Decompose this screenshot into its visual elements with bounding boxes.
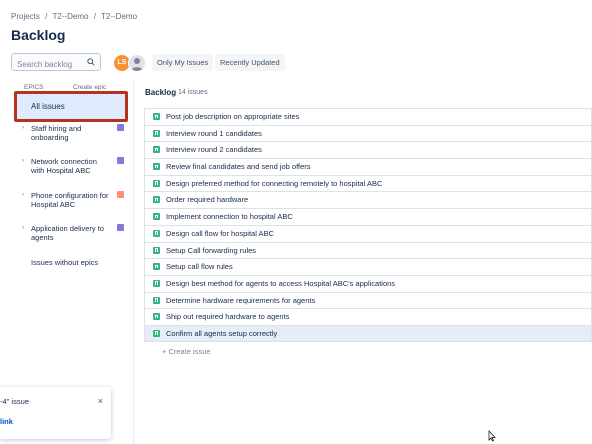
issue-summary: Post job description on appropriate site… xyxy=(166,112,300,121)
story-icon xyxy=(153,163,160,171)
search-icon xyxy=(87,58,95,66)
issue-row[interactable]: Design call flow for hospital ABC xyxy=(144,224,592,242)
epic-label: Phone configuration for Hospital ABC xyxy=(31,191,109,209)
story-icon xyxy=(153,279,160,287)
avatar-user[interactable] xyxy=(128,54,146,72)
recently-updated-button[interactable]: Recently Updated xyxy=(215,54,285,71)
epic-color-badge[interactable] xyxy=(117,224,124,231)
breadcrumb: Projects / T2--Demo / T2--Demo xyxy=(11,12,140,21)
issue-summary: Confirm all agents setup correctly xyxy=(166,328,278,338)
chevron-right-icon[interactable]: › xyxy=(22,124,24,133)
page-title: Backlog xyxy=(11,27,66,43)
breadcrumb-project[interactable]: T2--Demo xyxy=(52,12,88,21)
epic-color-badge[interactable] xyxy=(117,124,124,131)
epic-color-badge[interactable] xyxy=(117,157,124,164)
issue-summary: Determine hardware requirements for agen… xyxy=(166,295,316,305)
story-icon xyxy=(153,146,160,154)
story-icon xyxy=(153,213,160,221)
highlight-box xyxy=(14,91,128,122)
search-input[interactable] xyxy=(12,56,84,73)
issue-row[interactable]: Determine hardware requirements for agen… xyxy=(144,291,592,309)
breadcrumb-projects[interactable]: Projects xyxy=(11,12,40,21)
issue-row[interactable]: Implement connection to hospital ABC xyxy=(144,208,592,225)
issues-without-epics[interactable]: Issues without epics xyxy=(31,258,98,267)
issue-summary: Interview round 2 candidates xyxy=(166,145,262,155)
epics-heading: EPICS xyxy=(24,84,44,91)
issue-summary: Setup Call forwarding rules xyxy=(166,245,257,255)
backlog-title: Backlog xyxy=(145,88,177,97)
story-icon xyxy=(153,113,160,120)
chevron-right-icon[interactable]: › xyxy=(22,191,24,200)
story-icon xyxy=(153,229,160,237)
breadcrumb-separator: / xyxy=(45,12,48,21)
chevron-right-icon[interactable]: › xyxy=(22,224,24,233)
story-icon xyxy=(153,129,160,137)
close-icon[interactable]: × xyxy=(98,396,103,406)
issue-row[interactable]: Design preferred method for connecting r… xyxy=(144,174,592,192)
create-epic-link[interactable]: Create epic xyxy=(73,84,106,91)
issue-summary: Design call flow for hospital ABC xyxy=(166,228,274,238)
story-icon xyxy=(153,296,160,304)
issue-summary: Setup call flow rules xyxy=(166,262,233,272)
user-icon xyxy=(131,58,143,71)
only-my-issues-button[interactable]: Only My Issues xyxy=(152,54,214,71)
sidebar-divider xyxy=(133,80,134,444)
breadcrumb-board[interactable]: T2--Demo xyxy=(101,12,137,21)
issue-row[interactable]: Interview round 1 candidates xyxy=(144,124,592,142)
toast-message: -4" issue xyxy=(0,397,29,406)
mouse-cursor-icon xyxy=(488,430,496,442)
story-icon xyxy=(153,196,160,204)
issue-row[interactable]: Interview round 2 candidates xyxy=(144,141,592,159)
issue-summary: Order required hardware xyxy=(166,195,249,205)
story-icon xyxy=(153,329,160,337)
search-box[interactable] xyxy=(11,53,101,73)
issue-list: Post job description on appropriate site… xyxy=(144,108,592,342)
toast-link[interactable]: link xyxy=(0,417,13,426)
breadcrumb-separator: / xyxy=(93,12,96,21)
epic-color-badge[interactable] xyxy=(117,191,124,198)
issue-summary: Ship out required hardware to agents xyxy=(166,312,290,322)
issue-summary: Interview round 1 candidates xyxy=(166,128,262,138)
epic-label: Staff hiring and onboarding xyxy=(31,124,82,142)
issue-summary: Design preferred method for connecting r… xyxy=(166,178,383,188)
issue-row[interactable]: Ship out required hardware to agents xyxy=(144,308,592,325)
issue-row[interactable]: Setup Call forwarding rules xyxy=(144,241,592,259)
issue-row[interactable]: Review final candidates and send job off… xyxy=(144,158,592,175)
story-icon xyxy=(153,263,160,271)
issue-row-selected[interactable]: Confirm all agents setup correctly xyxy=(144,324,592,342)
story-icon xyxy=(153,246,160,254)
story-icon xyxy=(153,313,160,321)
story-icon xyxy=(153,179,160,187)
chevron-right-icon[interactable]: › xyxy=(22,157,24,166)
backlog-count: 14 issues xyxy=(178,89,208,96)
notification-toast: -4" issue × link xyxy=(0,387,111,439)
epic-label: Application delivery to agents xyxy=(31,224,104,242)
issue-row[interactable]: Setup call flow rules xyxy=(144,258,592,275)
epic-label: Network connection with Hospital ABC xyxy=(31,157,97,175)
issue-row[interactable]: Post job description on appropriate site… xyxy=(144,108,592,125)
create-issue-button[interactable]: + Create issue xyxy=(162,347,211,356)
issue-summary: Design best method for agents to access … xyxy=(166,278,396,288)
issue-row[interactable]: Order required hardware xyxy=(144,191,592,209)
issue-row[interactable]: Design best method for agents to access … xyxy=(144,274,592,292)
issue-summary: Review final candidates and send job off… xyxy=(166,162,311,172)
issue-summary: Implement connection to hospital ABC xyxy=(166,212,293,222)
